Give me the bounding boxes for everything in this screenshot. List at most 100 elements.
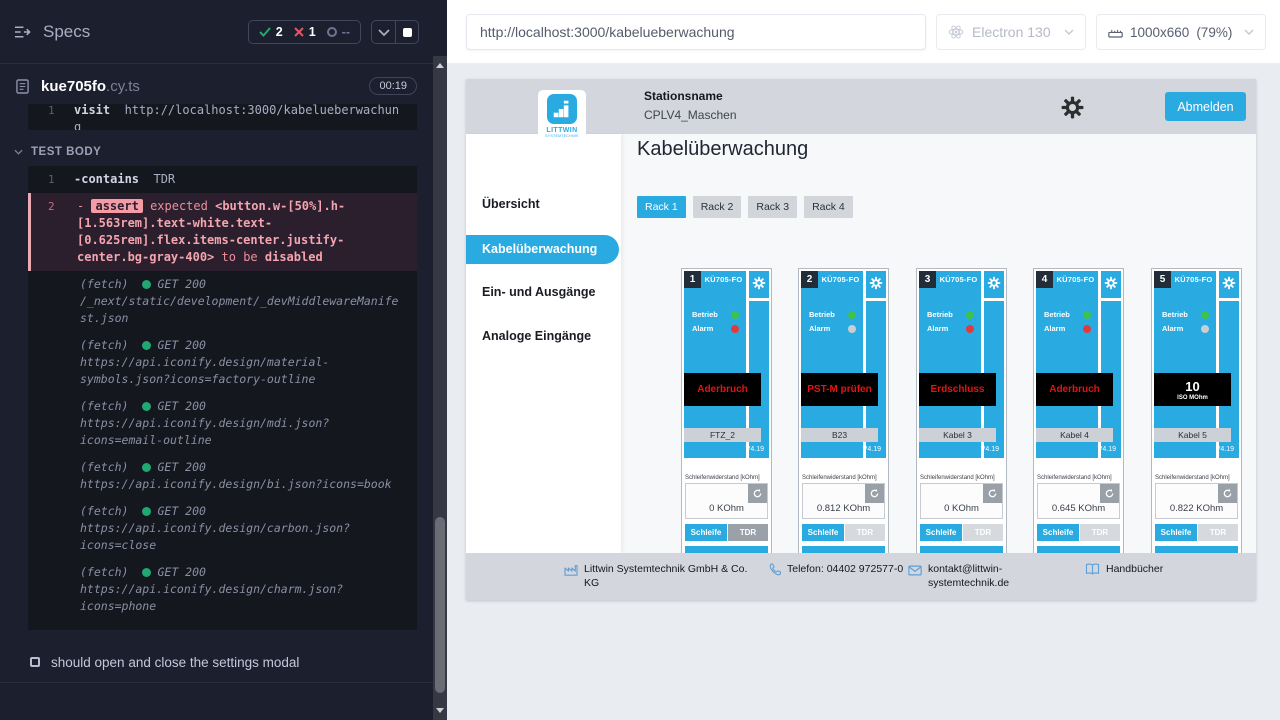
- tdr-button[interactable]: TDR: [845, 524, 885, 541]
- station-label: Stationsname: [644, 89, 737, 103]
- network-log-entry[interactable]: (fetch)GET 200 https://api.iconify.desig…: [28, 332, 417, 393]
- alarm-dot: [966, 325, 974, 333]
- spec-file-row[interactable]: kue705fo.cy.ts 00:19: [0, 64, 433, 108]
- refresh-button[interactable]: [748, 484, 767, 503]
- request-success-dot: [142, 507, 151, 516]
- network-log-entry[interactable]: (fetch)GET 200 https://api.iconify.desig…: [28, 498, 417, 559]
- reporter-scrollbar[interactable]: [433, 56, 447, 720]
- device-number-badge: 3: [919, 271, 936, 288]
- specs-toggle-icon[interactable]: [14, 25, 31, 39]
- refresh-button[interactable]: [983, 484, 1002, 503]
- betrieb-label: Betrieb: [1044, 310, 1070, 319]
- status-display: PST-M prüfen: [801, 373, 878, 406]
- rack-tab-4[interactable]: Rack 4: [804, 196, 853, 218]
- schleife-button[interactable]: Schleife: [685, 524, 727, 541]
- failed-count: 1: [309, 25, 316, 39]
- browser-select[interactable]: Electron 130: [936, 14, 1086, 50]
- scrollbar-up-arrow[interactable]: [436, 63, 444, 68]
- visit-url: http://localhost:3000/kabelueberwachung: [74, 104, 399, 130]
- viewport-zoom: (79%): [1196, 25, 1232, 40]
- resistance-box: 0 KOhm: [920, 483, 1003, 519]
- refresh-icon: [752, 488, 763, 499]
- footer-manuals[interactable]: Handbücher: [1085, 562, 1163, 581]
- device-number-badge: 5: [1154, 271, 1171, 288]
- device-settings-icon[interactable]: [1222, 276, 1236, 290]
- next-test-row[interactable]: should open and close the settings modal: [0, 648, 433, 676]
- resistance-value: 0 KOhm: [686, 503, 767, 514]
- app-stage: Electron 130 1000x660 (79%) Stationsname…: [447, 0, 1280, 720]
- device-settings-icon[interactable]: [987, 276, 1001, 290]
- stat-failed: 1: [294, 25, 316, 39]
- failed-assert-row[interactable]: 2 - assert expected <button.w-[50%].h-[1…: [28, 193, 417, 271]
- network-log-entry[interactable]: (fetch)GET 200 https://api.iconify.desig…: [28, 393, 417, 454]
- tdr-button[interactable]: TDR: [1198, 524, 1238, 541]
- rack-tab-2[interactable]: Rack 2: [693, 196, 742, 218]
- sidebar-item-analoge-eingaenge[interactable]: Analoge Eingänge: [482, 329, 591, 343]
- refresh-icon: [1104, 488, 1115, 499]
- resistance-box: 0 KOhm: [685, 483, 768, 519]
- tdr-button[interactable]: TDR: [728, 524, 768, 541]
- firmware-version: V4.19: [1199, 446, 1237, 453]
- collapse-button[interactable]: [372, 21, 395, 43]
- status-unit: ISO MOhm: [1177, 395, 1208, 401]
- betrieb-dot: [731, 311, 739, 319]
- resistance-box: 0.812 KOhm: [802, 483, 885, 519]
- fetch-url: https://api.iconify.design/bi.json?icons…: [80, 476, 405, 493]
- specs-title: Specs: [43, 22, 90, 42]
- scrollbar-thumb[interactable]: [435, 517, 445, 693]
- request-success-dot: [142, 341, 151, 350]
- panel-divider: [984, 298, 1004, 301]
- test-stats: 2 1 --: [248, 20, 361, 44]
- schleife-button[interactable]: Schleife: [920, 524, 962, 541]
- alarm-lamp: Alarm: [692, 324, 739, 333]
- refresh-button[interactable]: [1100, 484, 1119, 503]
- resistance-label: Schleifenwiderstand [kOhm]: [1037, 475, 1112, 481]
- url-input[interactable]: [466, 14, 926, 50]
- device-model: KÜ705-FO: [701, 275, 746, 284]
- test-body-header[interactable]: TEST BODY: [14, 146, 101, 158]
- alarm-label: Alarm: [809, 324, 830, 333]
- refresh-button[interactable]: [865, 484, 884, 503]
- betrieb-label: Betrieb: [927, 310, 953, 319]
- device-settings-icon[interactable]: [752, 276, 766, 290]
- test-body-label: TEST BODY: [31, 146, 101, 158]
- phone-number: Telefon: 04402 972577-0: [787, 562, 909, 581]
- device-settings-icon[interactable]: [869, 276, 883, 290]
- device-model: KÜ705-FO: [936, 275, 981, 284]
- tdr-button[interactable]: TDR: [963, 524, 1003, 541]
- visit-command-row[interactable]: 1 visit http://localhost:3000/kabelueber…: [28, 104, 417, 130]
- panel-divider: [1219, 298, 1239, 301]
- fetch-label: (fetch): [80, 276, 128, 293]
- refresh-button[interactable]: [1218, 484, 1237, 503]
- scrollbar-down-arrow[interactable]: [436, 708, 444, 713]
- assert-dash: -: [77, 199, 84, 213]
- littwin-logo: LITTWIN SYSTEMTECHNIK: [538, 90, 586, 147]
- cable-name: FTZ_2: [684, 428, 761, 442]
- pending-circle-icon: [327, 27, 337, 37]
- settings-gear-icon[interactable]: [1058, 93, 1086, 121]
- network-log-entry[interactable]: (fetch)GET 200 https://api.iconify.desig…: [28, 454, 417, 498]
- rack-tab-1[interactable]: Rack 1: [637, 196, 686, 218]
- stop-button[interactable]: [395, 21, 418, 43]
- factory-icon: [564, 563, 578, 590]
- schleife-button[interactable]: Schleife: [1037, 524, 1079, 541]
- ruler-icon: [1108, 26, 1123, 38]
- sidebar-item-kabelueberwachung[interactable]: Kabelüberwachung: [466, 235, 619, 264]
- device-number-badge: 1: [684, 271, 701, 288]
- betrieb-dot: [966, 311, 974, 319]
- contains-command-row[interactable]: 1 -contains TDR: [28, 166, 417, 193]
- sidebar-item-ein-und-ausgaenge[interactable]: Ein- und Ausgänge: [482, 285, 595, 299]
- network-log-entry[interactable]: (fetch)GET 200 https://api.iconify.desig…: [28, 559, 417, 620]
- device-settings-icon[interactable]: [1104, 276, 1118, 290]
- device-model: KÜ705-FO: [818, 275, 863, 284]
- logout-button[interactable]: Abmelden: [1165, 92, 1246, 121]
- sidebar-item-uebersicht[interactable]: Übersicht: [482, 197, 540, 211]
- viewport-select[interactable]: 1000x660 (79%): [1096, 14, 1266, 50]
- alarm-label: Alarm: [1044, 324, 1065, 333]
- rack-tab-3[interactable]: Rack 3: [748, 196, 797, 218]
- schleife-button[interactable]: Schleife: [1155, 524, 1197, 541]
- betrieb-dot: [1201, 311, 1209, 319]
- tdr-button[interactable]: TDR: [1080, 524, 1120, 541]
- network-log-entry[interactable]: (fetch)GET 200 /_next/static/development…: [28, 271, 417, 332]
- schleife-button[interactable]: Schleife: [802, 524, 844, 541]
